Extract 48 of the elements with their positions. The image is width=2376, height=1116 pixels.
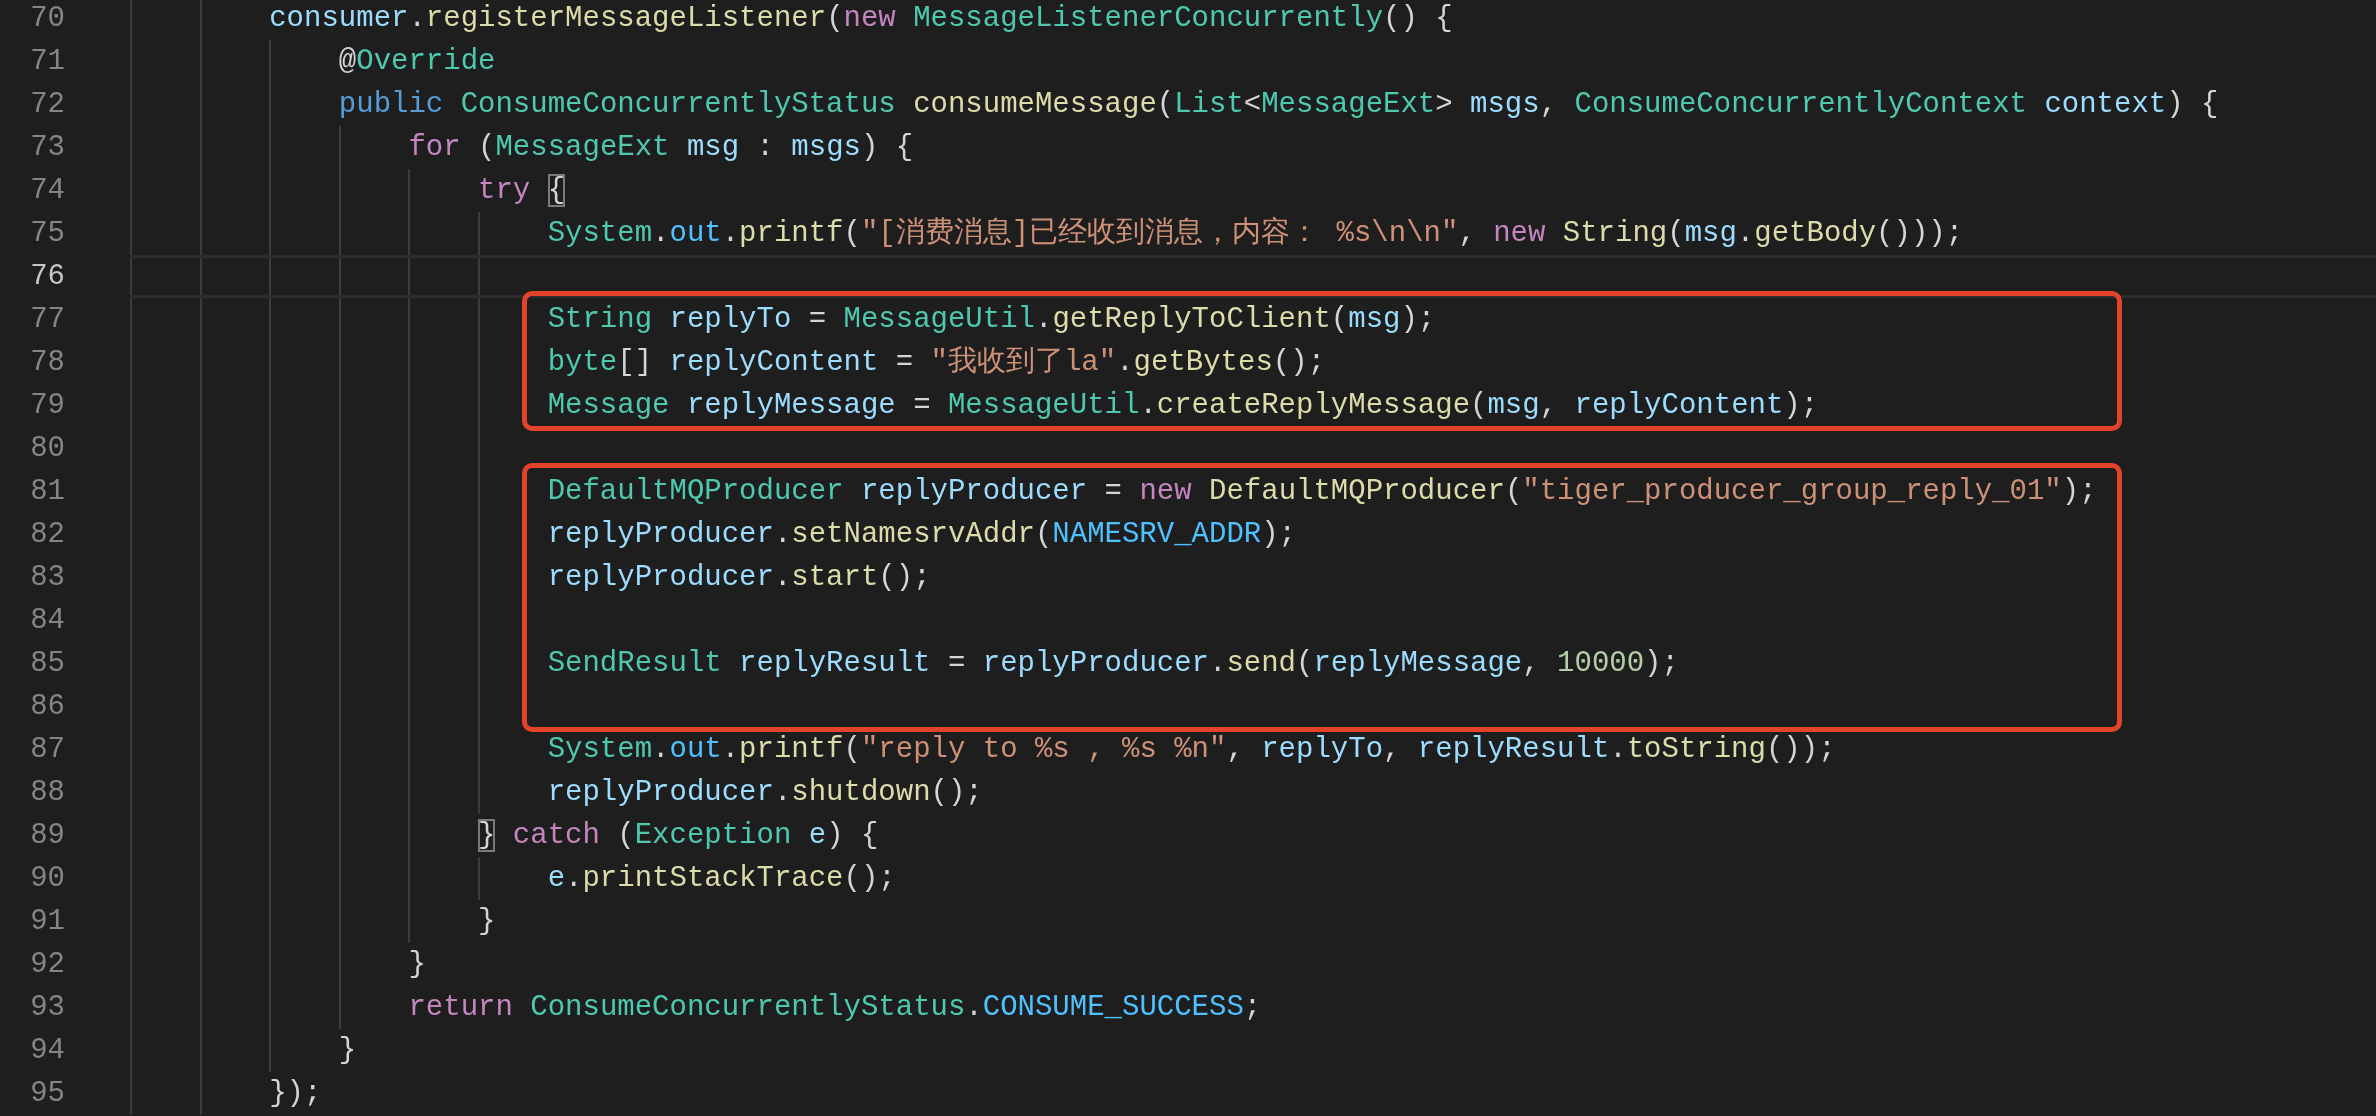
code-line: public ConsumeConcurrentlyStatus consumeMessage(List<MessageExt> msgs, ConsumeConcurrentlyContext context) {	[338, 88, 2219, 121]
code-line: String replyTo = MessageUtil.getReplyToClient(msg);	[547, 303, 1436, 336]
line-number: 87	[29, 732, 65, 768]
code-line: System.out.printf("reply to %s , %s %n", replyTo, replyResult.toString());	[547, 733, 1836, 766]
code-line: System.out.printf("[消费消息]已经收到消息，内容： %s\n\n", new String(msg.getBody()));	[547, 217, 1964, 250]
code-line: @Override	[338, 45, 496, 78]
code-line: Message replyMessage = MessageUtil.createReplyMessage(msg, replyContent);	[547, 389, 1819, 422]
line-number: 81	[29, 474, 65, 510]
line-number: 71	[29, 44, 65, 80]
code-line: e.printStackTrace();	[547, 862, 896, 895]
code-line: replyProducer.setNamesrvAddr(NAMESRV_ADDR);	[547, 518, 1296, 551]
line-number: 89	[29, 818, 65, 854]
code-line: } catch (Exception e) {	[478, 819, 879, 852]
line-number: 88	[29, 775, 65, 811]
code-line: replyProducer.start();	[547, 561, 931, 594]
code-line: DefaultMQProducer replyProducer = new DefaultMQProducer("tiger_producer_group_reply_01");	[547, 475, 2097, 508]
code-line: }	[338, 1034, 357, 1067]
code-line: for (MessageExt msg : msgs) {	[408, 131, 914, 164]
line-number: 85	[29, 646, 65, 682]
line-number: 91	[29, 904, 65, 940]
line-number: 76	[29, 259, 65, 295]
code-line: });	[269, 1077, 322, 1110]
code-line: }	[478, 905, 496, 938]
line-number: 82	[29, 517, 65, 553]
line-number: 72	[29, 87, 65, 123]
line-number: 73	[29, 130, 65, 166]
line-number: 77	[29, 302, 65, 338]
line-number: 80	[29, 431, 65, 467]
line-number: 78	[29, 345, 65, 381]
code-line: consumer.registerMessageListener(new MessageListenerConcurrently() {	[269, 2, 1453, 35]
line-number: 86	[29, 689, 65, 725]
line-number: 84	[29, 603, 65, 639]
code-line: SendResult replyResult = replyProducer.send(replyMessage, 10000);	[547, 647, 1679, 680]
code-line: try {	[478, 174, 566, 207]
line-number: 95	[29, 1076, 65, 1112]
line-number: 92	[29, 947, 65, 983]
code-line: replyProducer.shutdown();	[547, 776, 983, 809]
code-line: }	[408, 948, 426, 981]
line-number: 93	[29, 990, 65, 1026]
line-number: 74	[29, 173, 65, 209]
code-line: return ConsumeConcurrentlyStatus.CONSUME_SUCCESS;	[408, 991, 1262, 1024]
line-number: 79	[29, 388, 65, 424]
line-number: 90	[29, 861, 65, 897]
line-number: 75	[29, 216, 65, 252]
line-number: 83	[29, 560, 65, 596]
line-number: 70	[29, 1, 65, 37]
line-number: 94	[29, 1033, 65, 1069]
code-line: byte[] replyContent = "我收到了la".getBytes();	[547, 346, 1326, 379]
